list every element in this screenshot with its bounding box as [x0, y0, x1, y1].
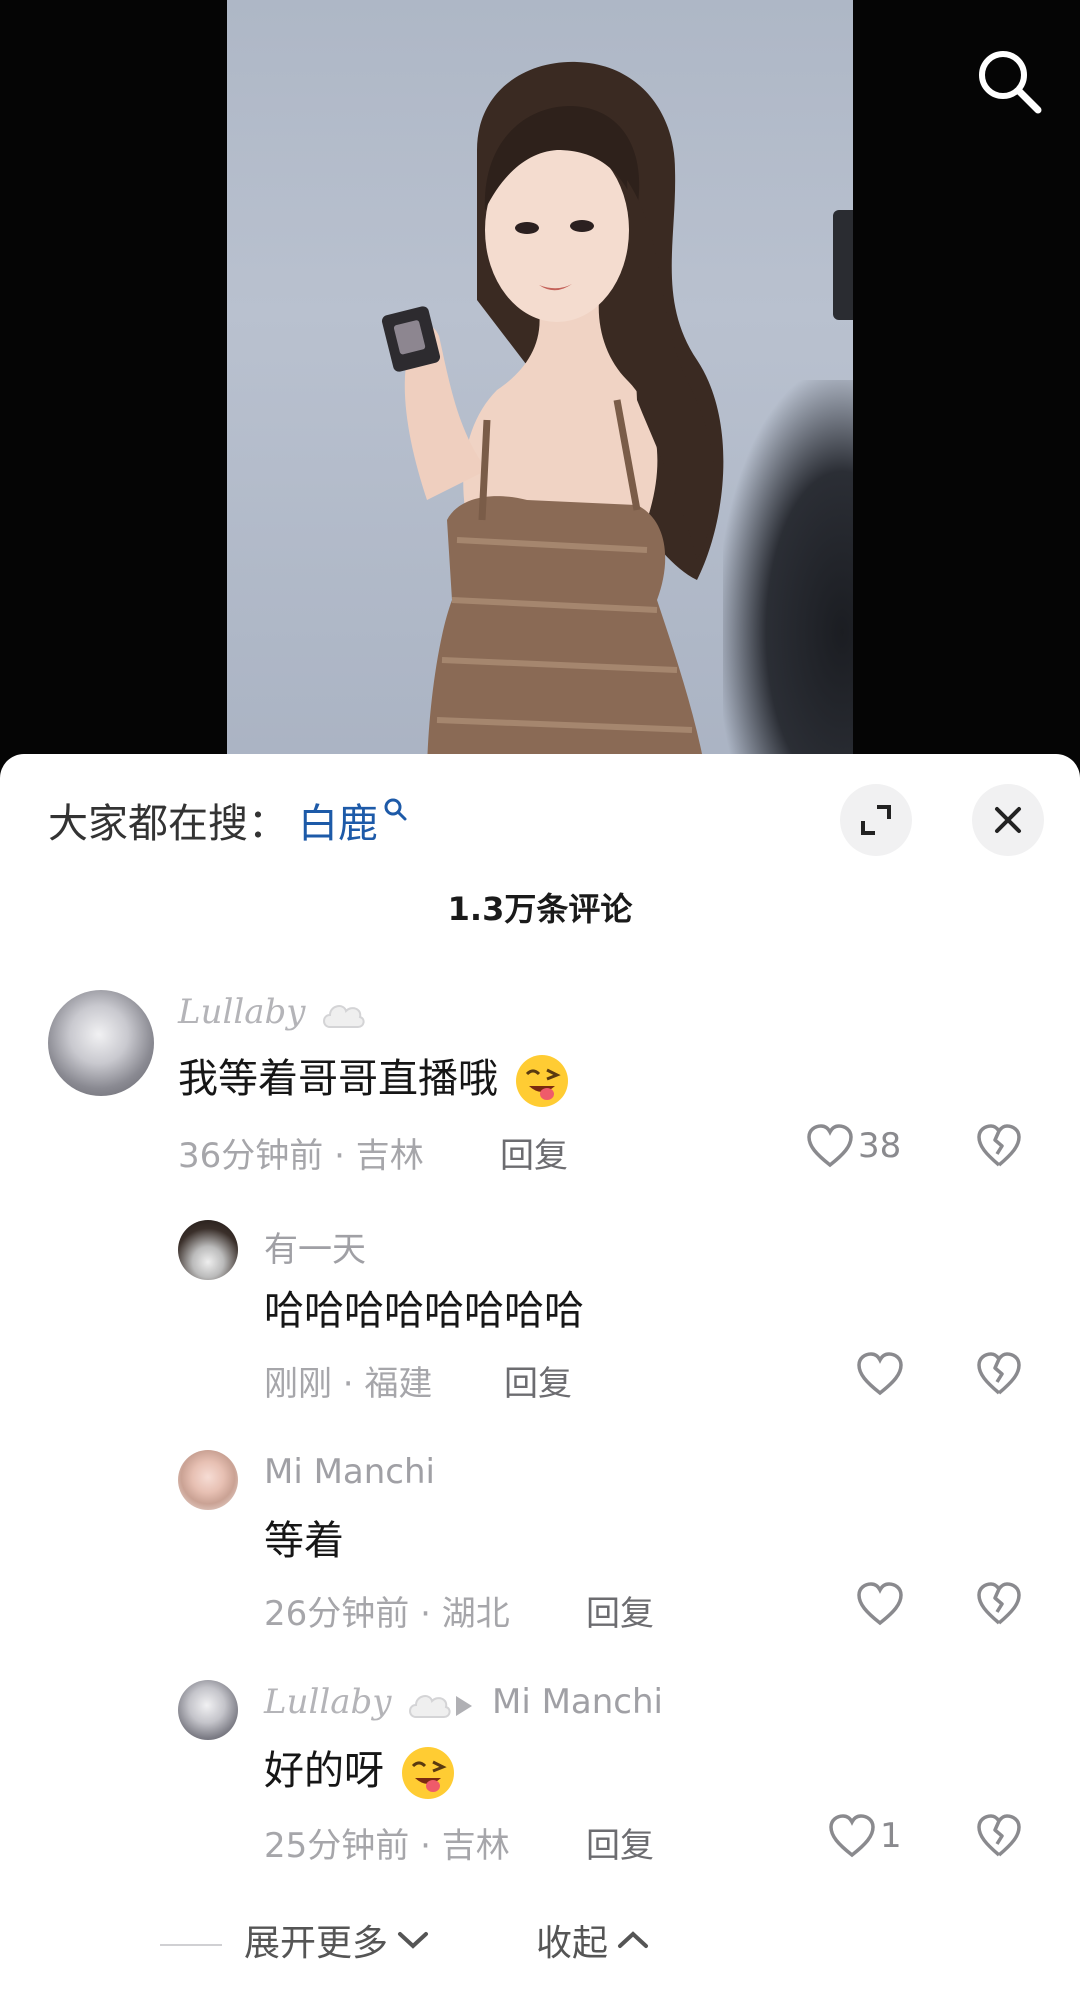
avatar[interactable]: [178, 1680, 238, 1740]
expand-more-label: 展开更多: [244, 1923, 389, 1964]
studio-lamp: [833, 210, 853, 320]
comment-location: 福建: [364, 1364, 433, 1404]
comment-username[interactable]: Lullaby: [264, 1682, 452, 1722]
username-text: Lullaby: [178, 992, 306, 1032]
comment-meta: 25分钟前 · 吉林: [264, 1826, 510, 1866]
dislike-button[interactable]: [976, 1352, 1022, 1400]
reply-arrow-icon: [456, 1696, 472, 1716]
trending-label: 大家都在搜：: [48, 801, 288, 847]
like-button[interactable]: [856, 1582, 904, 1626]
comment-username[interactable]: Mi Manchi: [264, 1452, 435, 1492]
comment-meta: 刚刚 · 福建: [264, 1364, 433, 1404]
photographer-shadow: [723, 380, 853, 780]
avatar[interactable]: [178, 1450, 238, 1510]
comment-text: 我等着哥哥直播哦: [178, 1046, 571, 1110]
comment-body: 好的呀: [264, 1748, 384, 1794]
wink-emoji: [515, 1055, 568, 1107]
expand-more-button[interactable]: 展开更多: [244, 1914, 430, 1966]
reply-to-username[interactable]: Mi Manchi: [492, 1682, 663, 1722]
reply-button[interactable]: 回复: [586, 1818, 654, 1867]
broken-heart-icon: [977, 1124, 1021, 1167]
cloud-icon: [409, 1695, 451, 1718]
dislike-button[interactable]: [976, 1582, 1022, 1630]
comment-username[interactable]: Lullaby: [178, 992, 366, 1032]
chevron-down-icon: [398, 1932, 429, 1949]
like-button[interactable]: [856, 1352, 904, 1396]
close-icon: [995, 807, 1021, 833]
wink-emoji: [401, 1747, 454, 1799]
comment-time: 26分钟前: [264, 1594, 410, 1634]
avatar[interactable]: [178, 1220, 238, 1280]
comment-location: 湖北: [441, 1594, 510, 1634]
reply-item: Mi Manchi 等着 26分钟前 · 湖北 回复: [0, 1450, 1080, 1640]
like-count: 38: [858, 1126, 902, 1166]
comment-meta: 26分钟前 · 湖北: [264, 1594, 510, 1634]
comment-count: 1.3万条评论: [447, 890, 633, 928]
chevron-up-icon: [618, 1931, 649, 1948]
comment-time: 25分钟前: [264, 1826, 410, 1866]
collapse-label: 收起: [536, 1923, 609, 1964]
replies-footer: 展开更多 收起: [0, 1914, 1080, 1978]
broken-heart-icon: [977, 1814, 1021, 1857]
broken-heart-icon: [977, 1352, 1021, 1395]
cloud-icon: [323, 1005, 365, 1028]
heart-icon: [857, 1582, 903, 1626]
comment-body: 我等着哥哥直播哦: [178, 1056, 498, 1102]
heart-icon: [829, 1814, 875, 1858]
divider-line: [160, 1944, 222, 1946]
comment-meta: 36分钟前 · 吉林: [178, 1136, 424, 1176]
heart-icon: [857, 1352, 903, 1396]
reply-button[interactable]: 回复: [586, 1586, 654, 1635]
close-button[interactable]: [972, 784, 1044, 856]
comment-text: 哈哈哈哈哈哈哈哈: [264, 1288, 584, 1334]
comment-sheet: 大家都在搜： 白鹿 1.3万条评论 Lullaby 我等着哥哥直播哦 36分钟前…: [0, 754, 1080, 1998]
search-small-icon: [384, 798, 407, 821]
comment-username[interactable]: 有一天: [264, 1222, 366, 1271]
comment-text: 好的呀: [264, 1738, 457, 1802]
reply-item: Lullaby Mi Manchi 好的呀 25分钟前 · 吉林 回复 1: [0, 1680, 1080, 1880]
avatar[interactable]: [48, 990, 154, 1096]
video-frame: [227, 0, 853, 780]
comment-item: Lullaby 我等着哥哥直播哦 36分钟前 · 吉林 回复 38: [0, 990, 1080, 1190]
like-button[interactable]: 1: [828, 1814, 902, 1858]
sheet-header: 大家都在搜： 白鹿 1.3万条评论: [0, 754, 1080, 984]
expand-icon: [861, 805, 891, 835]
trending-search[interactable]: 大家都在搜： 白鹿: [48, 790, 408, 850]
trending-keyword[interactable]: 白鹿: [298, 791, 378, 849]
broken-heart-icon: [977, 1582, 1021, 1625]
comment-location: 吉林: [355, 1136, 424, 1176]
like-count: 1: [880, 1816, 902, 1856]
reply-button[interactable]: 回复: [504, 1356, 572, 1405]
collapse-button[interactable]: 收起: [536, 1914, 650, 1966]
expand-button[interactable]: [840, 784, 912, 856]
dislike-button[interactable]: [976, 1814, 1022, 1862]
comment-time: 36分钟前: [178, 1136, 324, 1176]
comment-location: 吉林: [441, 1826, 510, 1866]
reply-item: 有一天 哈哈哈哈哈哈哈哈 刚刚 · 福建 回复: [0, 1220, 1080, 1410]
video-player[interactable]: [0, 0, 1080, 780]
like-button[interactable]: 38: [806, 1124, 901, 1168]
heart-icon: [807, 1124, 853, 1168]
username-text: Lullaby: [264, 1682, 392, 1722]
comment-text: 等着: [264, 1518, 344, 1564]
dislike-button[interactable]: [976, 1124, 1022, 1172]
search-icon: [979, 51, 1042, 114]
search-button[interactable]: [974, 46, 1044, 116]
comment-time: 刚刚: [264, 1364, 332, 1404]
reply-button[interactable]: 回复: [500, 1128, 568, 1177]
